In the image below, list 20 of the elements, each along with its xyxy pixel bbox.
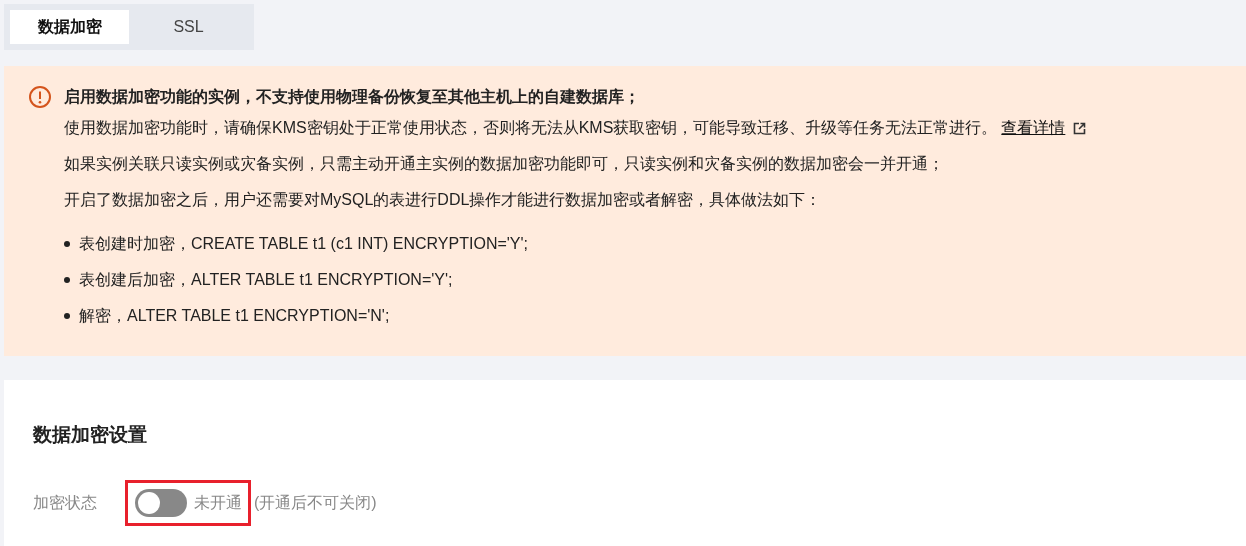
alert-text: 开启了数据加密之后，用户还需要对MySQL的表进行DDL操作才能进行数据加密或者解密，具体做法如下： [64,191,822,208]
switch-note: (开通后不可关闭) [254,492,377,513]
bullet-icon [64,241,70,247]
external-link-icon [1073,122,1087,136]
bullet-text: 解密，ALTER TABLE t1 ENCRYPTION='N'; [79,306,390,326]
bullet-text: 表创建后加密，ALTER TABLE t1 ENCRYPTION='Y'; [79,270,453,290]
warning-icon [28,85,52,109]
switch-status: 未开通 [194,492,242,513]
bullet-text: 表创建时加密，CREATE TABLE t1 (c1 INT) ENCRYPTION='Y'; [79,234,528,254]
alert-text: 使用数据加密功能时，请确保KMS密钥处于正常使用状态，否则将无法从KMS获取密钥，可能导致迁移、升级等任务无法正常进行。 [64,119,998,136]
bullet-icon [64,277,70,283]
alert-title: 启用数据加密功能的实例，不支持使用物理备份恢复至其他主机上的自建数据库； [64,87,641,107]
section-title: 数据加密设置 [33,423,148,447]
field-label: 加密状态 [33,492,98,513]
tab[interactable]: 数据加密 [10,10,129,44]
details-link[interactable]: 查看详情 [1001,119,1066,136]
toggle-switch[interactable] [135,489,187,517]
tab[interactable]: SSL [129,10,248,44]
alert-text: 如果实例关联只读实例或灾备实例，只需主动开通主实例的数据加密功能即可，只读实例和灾备实例的数据加密会一并开通； [64,155,944,172]
bullet-icon [64,313,70,319]
